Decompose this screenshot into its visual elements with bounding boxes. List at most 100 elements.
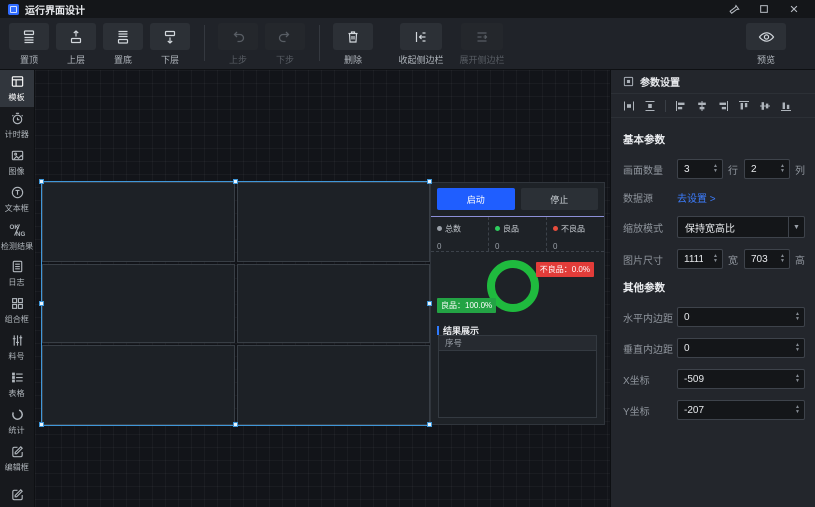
image-height-input[interactable]: ▲▼ bbox=[744, 249, 790, 269]
layer-down-button[interactable]: 下层 bbox=[149, 23, 191, 66]
section-other-params: 其他参数 bbox=[623, 280, 805, 295]
edit-box-icon bbox=[10, 444, 25, 459]
sidebar-item-textbox[interactable]: 文本框 bbox=[0, 181, 34, 218]
alignment-toolbar bbox=[611, 94, 815, 118]
stat-good: 良品 0 bbox=[488, 217, 546, 251]
selection-handle[interactable] bbox=[39, 301, 44, 306]
collapse-sidebar-button[interactable]: 收起侧边栏 bbox=[393, 23, 449, 66]
align-center-horizontal-icon[interactable] bbox=[696, 100, 708, 112]
rows-input[interactable]: ▲▼ bbox=[677, 159, 723, 179]
sidebar-item-timer[interactable]: 计时器 bbox=[0, 107, 34, 144]
cols-input[interactable]: ▲▼ bbox=[744, 159, 790, 179]
panel-settings-icon bbox=[623, 76, 634, 87]
scale-mode-select[interactable]: 保持宽高比 ▼ bbox=[677, 216, 805, 238]
combo-grid-icon bbox=[10, 296, 25, 311]
h-padding-row: 水平内边距 ▲▼ bbox=[623, 307, 805, 327]
sidebar-item-detection-result[interactable]: OKNG 检测结果 bbox=[0, 218, 34, 255]
design-canvas[interactable]: 启动 停止 总数 0 良品 0 不良品 0 bbox=[35, 70, 610, 507]
spinner-down[interactable]: ▼ bbox=[795, 379, 800, 384]
selection-handle[interactable] bbox=[39, 422, 44, 427]
spinner-down[interactable]: ▼ bbox=[780, 169, 785, 174]
redo-button[interactable]: 下步 bbox=[264, 23, 306, 66]
v-padding-input[interactable]: ▲▼ bbox=[677, 338, 805, 358]
spinner-down[interactable]: ▼ bbox=[713, 169, 718, 174]
spinner-down[interactable]: ▼ bbox=[713, 259, 718, 264]
spinner-down[interactable]: ▼ bbox=[780, 259, 785, 264]
layer-up-button[interactable]: 上层 bbox=[55, 23, 97, 66]
sidebar-item-table[interactable]: 表格 bbox=[0, 366, 34, 403]
parameters-panel: 参数设置 基本参数 画面数量 ▲▼ bbox=[610, 70, 815, 507]
datasource-row: 数据源 去设置 > bbox=[623, 190, 805, 205]
y-coordinate-row: Y坐标 ▲▼ bbox=[623, 400, 805, 420]
undo-button[interactable]: 上步 bbox=[217, 23, 259, 66]
grid-cell[interactable] bbox=[237, 264, 430, 344]
bring-to-front-button[interactable]: 置顶 bbox=[8, 23, 50, 66]
spinner-down[interactable]: ▼ bbox=[795, 348, 800, 353]
delete-button[interactable]: 删除 bbox=[332, 23, 374, 66]
align-middle-vertical-icon[interactable] bbox=[759, 100, 771, 112]
distribute-vertical-icon[interactable] bbox=[644, 100, 656, 112]
grid-cell[interactable] bbox=[42, 182, 235, 262]
start-button[interactable]: 启动 bbox=[437, 188, 515, 210]
distribute-horizontal-icon[interactable] bbox=[623, 100, 635, 112]
main-toolbar: 置顶 上层 置底 下层 上步 下步 删除 收起侧 bbox=[0, 18, 815, 70]
good-dot-icon bbox=[495, 226, 500, 231]
spinner-down[interactable]: ▼ bbox=[795, 317, 800, 322]
titlebar: 运行界面设计 bbox=[0, 0, 815, 18]
accent-bar bbox=[437, 326, 439, 335]
grid-cell[interactable] bbox=[42, 264, 235, 344]
expand-sidebar-button[interactable]: 展开侧边栏 bbox=[454, 23, 510, 66]
stop-button[interactable]: 停止 bbox=[521, 188, 599, 210]
grid-cell[interactable] bbox=[42, 345, 235, 425]
sidebar-item-combobox[interactable]: 组合框 bbox=[0, 292, 34, 329]
good-rate-badge: 良品：100.0% bbox=[437, 298, 496, 313]
sidebar-item-editbox[interactable]: 编辑框 bbox=[0, 440, 34, 477]
align-top-icon[interactable] bbox=[738, 100, 750, 112]
close-icon[interactable] bbox=[781, 1, 807, 17]
y-coordinate-input[interactable]: ▲▼ bbox=[677, 400, 805, 420]
preview-button[interactable]: 预览 bbox=[745, 23, 787, 66]
send-to-back-button[interactable]: 置底 bbox=[102, 23, 144, 66]
edit-icon bbox=[10, 487, 25, 502]
h-padding-input[interactable]: ▲▼ bbox=[677, 307, 805, 327]
template-icon bbox=[10, 74, 25, 89]
template-grid-widget[interactable] bbox=[42, 182, 430, 425]
sidebar-item-image[interactable]: 图像 bbox=[0, 144, 34, 181]
sidebar-item-statistics[interactable]: 统计 bbox=[0, 403, 34, 440]
panel-header: 参数设置 bbox=[611, 70, 815, 94]
sliders-icon bbox=[10, 333, 25, 348]
selection-handle[interactable] bbox=[427, 179, 432, 184]
eye-icon bbox=[757, 30, 776, 44]
list-icon bbox=[10, 370, 25, 385]
align-right-icon[interactable] bbox=[717, 100, 729, 112]
bad-dot-icon bbox=[553, 226, 558, 231]
sidebar-item-log[interactable]: 日志 bbox=[0, 255, 34, 292]
maximize-icon[interactable] bbox=[751, 1, 777, 17]
selection-handle[interactable] bbox=[39, 179, 44, 184]
toolbar-separator bbox=[204, 25, 205, 61]
stats-panel-widget[interactable]: 启动 停止 总数 0 良品 0 不良品 0 bbox=[430, 182, 605, 425]
scale-mode-row: 缩放模式 保持宽高比 ▼ bbox=[623, 216, 805, 238]
svg-text:NG: NG bbox=[16, 231, 25, 238]
selection-handle[interactable] bbox=[233, 179, 238, 184]
datasource-settings-link[interactable]: 去设置 > bbox=[677, 190, 716, 205]
grid-cell[interactable] bbox=[237, 345, 430, 425]
pin-icon[interactable] bbox=[721, 1, 747, 17]
stats-row: 总数 0 良品 0 不良品 0 bbox=[431, 217, 604, 251]
pie-chart-icon bbox=[10, 407, 25, 422]
grid-cell[interactable] bbox=[237, 182, 430, 262]
selection-handle[interactable] bbox=[427, 422, 432, 427]
result-table[interactable]: 序号 bbox=[438, 335, 597, 418]
image-size-row: 图片尺寸 ▲▼ 宽 ▲▼ 高 bbox=[623, 249, 805, 269]
x-coordinate-input[interactable]: ▲▼ bbox=[677, 369, 805, 389]
selection-handle[interactable] bbox=[233, 422, 238, 427]
sidebar-item-part-number[interactable]: 料号 bbox=[0, 329, 34, 366]
stat-total: 总数 0 bbox=[431, 217, 488, 251]
sidebar-item-extra[interactable] bbox=[0, 477, 34, 507]
spinner-down[interactable]: ▼ bbox=[795, 410, 800, 415]
sidebar-item-template[interactable]: 模板 bbox=[0, 70, 34, 107]
align-left-icon[interactable] bbox=[675, 100, 687, 112]
image-width-input[interactable]: ▲▼ bbox=[677, 249, 723, 269]
align-bottom-icon[interactable] bbox=[780, 100, 792, 112]
selection-handle[interactable] bbox=[427, 301, 432, 306]
